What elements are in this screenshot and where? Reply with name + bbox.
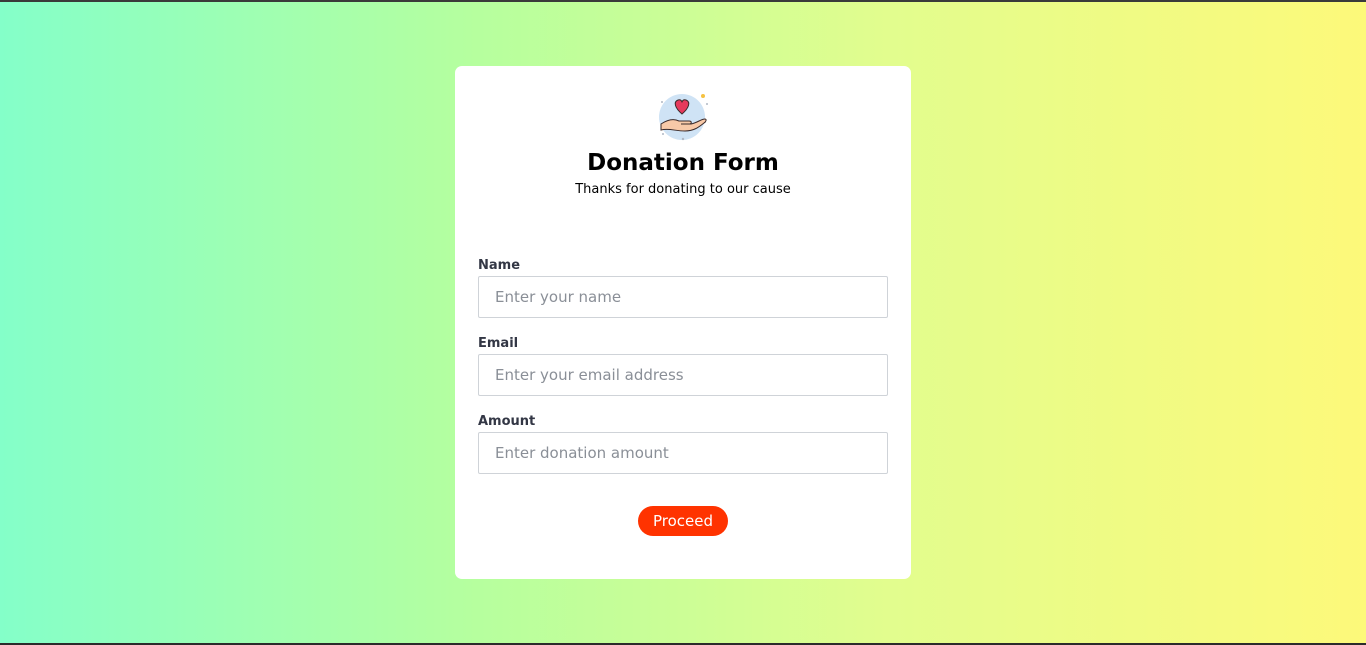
- email-label: Email: [478, 336, 519, 351]
- heart-in-hand-icon: [659, 94, 708, 141]
- email-input[interactable]: [478, 354, 888, 396]
- amount-input[interactable]: [478, 432, 888, 474]
- window-top-border: [0, 0, 1366, 2]
- form-subtitle: Thanks for donating to our cause: [575, 182, 791, 197]
- proceed-button[interactable]: Proceed: [638, 506, 728, 536]
- amount-label: Amount: [478, 414, 536, 429]
- name-label: Name: [478, 258, 521, 273]
- donation-form-card: Donation Form Thanks for donating to our…: [455, 66, 911, 579]
- name-input[interactable]: [478, 276, 888, 318]
- form-title: Donation Form: [587, 150, 779, 176]
